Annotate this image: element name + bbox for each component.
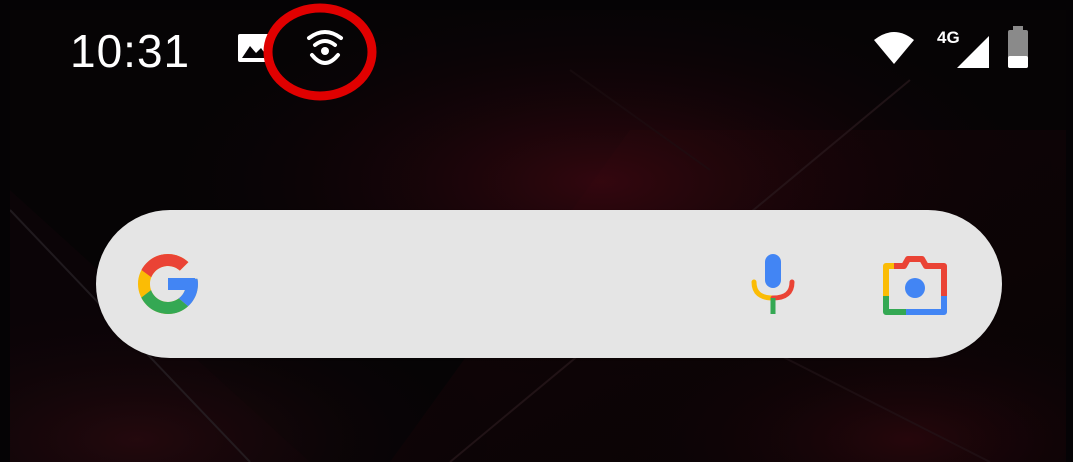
- highlight-ring: [263, 3, 377, 101]
- home-screen: 10:31 4G: [0, 0, 1073, 462]
- google-logo-icon[interactable]: [132, 248, 204, 320]
- lens-icon[interactable]: [882, 254, 948, 316]
- network-type-label: 4G: [937, 28, 960, 47]
- battery-icon: [1008, 26, 1028, 68]
- search-bar[interactable]: [96, 210, 1002, 358]
- clock: 10:31: [70, 25, 191, 77]
- mic-icon[interactable]: [746, 252, 800, 318]
- status-bar: 10:31 4G: [10, 10, 1066, 90]
- wifi-icon: [874, 32, 914, 64]
